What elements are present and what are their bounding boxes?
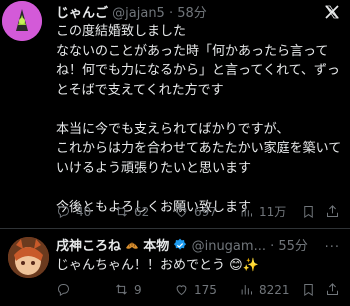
retweet-count: 62 bbox=[134, 204, 150, 219]
views-count: 11万 bbox=[259, 205, 287, 219]
retweet-button[interactable]: 9 bbox=[114, 282, 174, 297]
action-bar: 40 62 697 11万 bbox=[56, 203, 346, 220]
views-button[interactable]: 11万 bbox=[239, 203, 301, 220]
verified-badge-icon bbox=[174, 238, 187, 250]
like-count: 175 bbox=[194, 282, 217, 297]
like-icon bbox=[176, 207, 187, 218]
retweet-icon bbox=[116, 206, 127, 217]
divider bbox=[0, 228, 350, 229]
separator: · bbox=[270, 239, 275, 254]
author-handle[interactable]: @jajan5 bbox=[112, 6, 165, 21]
timestamp[interactable]: 55分 bbox=[278, 239, 308, 254]
like-button[interactable]: 175 bbox=[174, 282, 239, 297]
like-count: 697 bbox=[194, 204, 217, 219]
timestamp[interactable]: 58分 bbox=[177, 6, 207, 21]
author-handle[interactable]: @inugam... bbox=[192, 239, 266, 254]
croissant-icon bbox=[125, 239, 139, 255]
views-icon bbox=[241, 207, 252, 217]
like-icon bbox=[176, 285, 187, 296]
x-logo[interactable] bbox=[324, 4, 340, 20]
author-name[interactable]: 戌神ころね bbox=[56, 239, 121, 254]
bookmark-button[interactable] bbox=[301, 204, 325, 219]
tweet-text: じゃんちゃん！！おめでとう bbox=[56, 258, 226, 273]
action-bar: 9 175 8221 bbox=[56, 282, 346, 297]
share-icon bbox=[327, 283, 338, 295]
avatar[interactable] bbox=[8, 237, 49, 278]
views-icon bbox=[241, 285, 252, 295]
emoji: 😊✨ bbox=[229, 258, 259, 273]
bookmark-button[interactable] bbox=[301, 282, 325, 297]
tweet-header: 戌神ころね 本物 @inugam... · 55分 bbox=[56, 238, 308, 255]
tweet-header: じゃんご @jajan5 · 58分 bbox=[56, 6, 207, 22]
more-icon[interactable]: ··· bbox=[325, 240, 340, 255]
reply-count: 40 bbox=[76, 204, 92, 219]
reply-icon bbox=[58, 206, 69, 219]
bookmark-icon bbox=[304, 284, 313, 297]
share-icon bbox=[327, 205, 338, 217]
author-name[interactable]: じゃんご bbox=[56, 6, 108, 21]
author-name-suffix[interactable]: 本物 bbox=[143, 239, 169, 254]
retweet-count: 9 bbox=[134, 282, 142, 297]
avatar[interactable] bbox=[2, 1, 42, 41]
retweet-button[interactable]: 62 bbox=[114, 204, 174, 219]
like-button[interactable]: 697 bbox=[174, 204, 239, 219]
retweet-icon bbox=[116, 284, 127, 295]
share-button[interactable] bbox=[325, 204, 345, 219]
views-count: 8221 bbox=[259, 282, 290, 297]
reply-button[interactable] bbox=[56, 282, 114, 297]
tweet-body: じゃんちゃん！！おめでとう 😊✨ bbox=[56, 256, 346, 275]
views-button[interactable]: 8221 bbox=[239, 282, 301, 297]
reply-button[interactable]: 40 bbox=[56, 204, 114, 219]
reply-icon bbox=[58, 284, 69, 297]
separator: · bbox=[168, 6, 174, 21]
tweet-body: この度結婚致しました なないのことがあった時「何かあったら言って ね！何でも力に… bbox=[56, 24, 342, 215]
share-button[interactable] bbox=[325, 282, 345, 297]
bookmark-icon bbox=[304, 206, 313, 219]
